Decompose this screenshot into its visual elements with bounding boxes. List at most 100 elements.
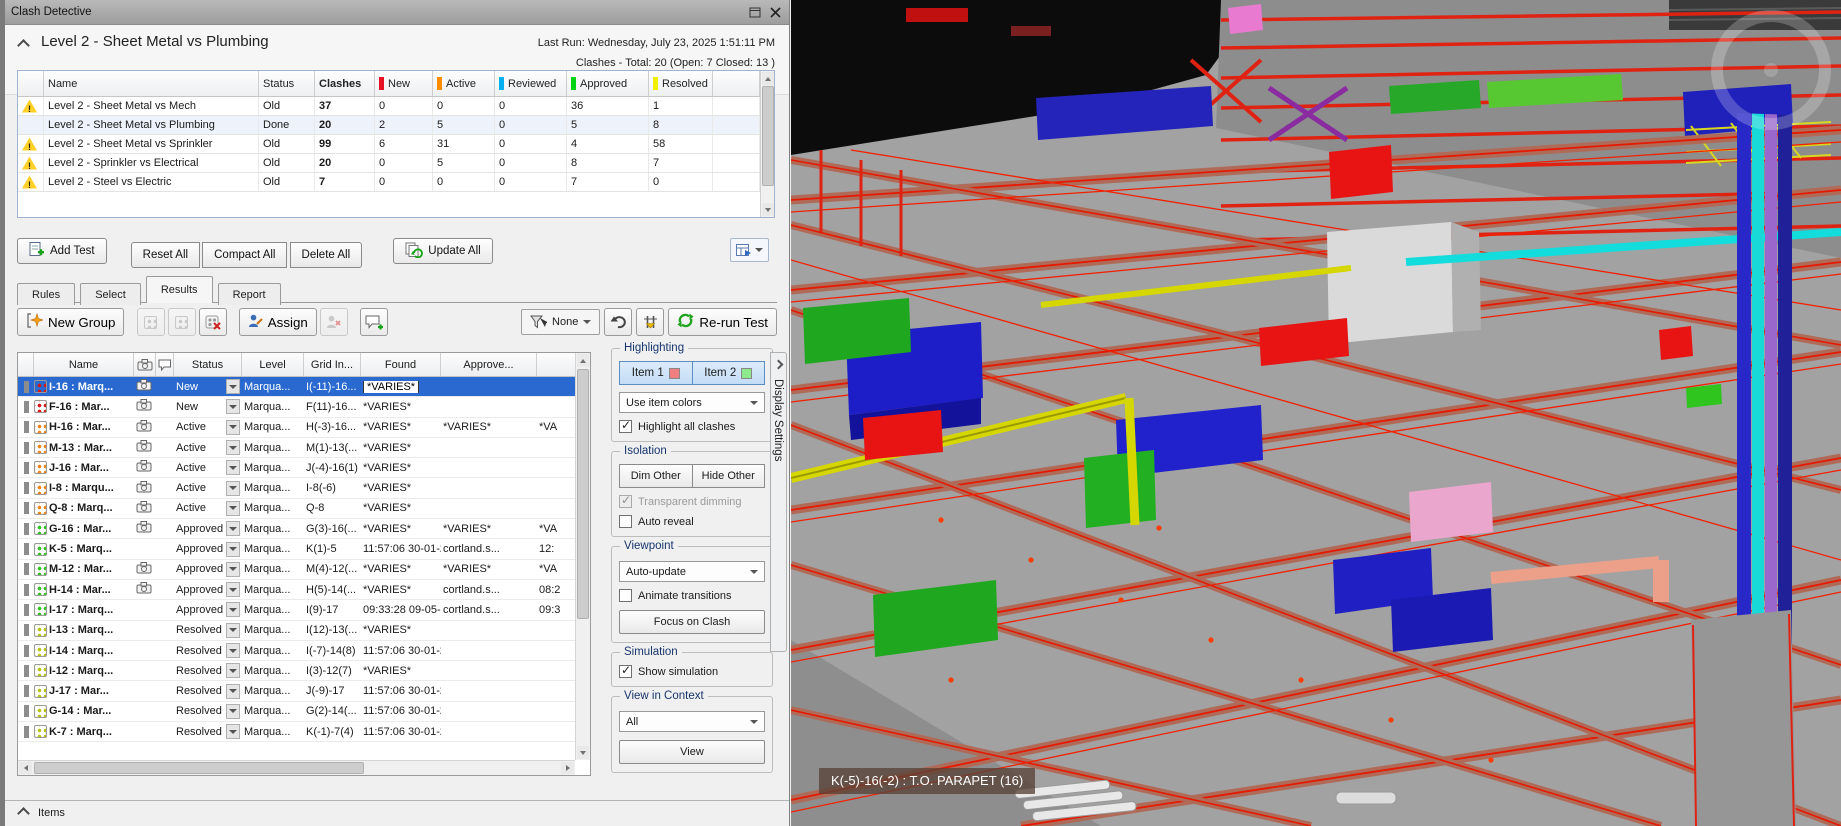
expand-arrow-icon[interactable] [24,523,29,535]
scroll-left-icon[interactable] [19,762,32,774]
results-col-grid[interactable]: Grid In... [304,353,361,376]
expand-arrow-icon[interactable] [24,624,29,636]
results-hscrollbar[interactable] [18,760,575,775]
clash-row[interactable]: J-17 : Mar... Resolved Marqua... J(-9)-1… [18,681,575,701]
status-dropdown-button[interactable] [226,420,240,435]
dim-other-button[interactable]: Dim Other [619,464,693,488]
undo-icon[interactable] [604,308,632,336]
clash-row[interactable]: M-12 : Mar... Approved Marqua... M(4)-12… [18,560,575,580]
scroll-thumb[interactable] [762,86,774,186]
clash-row[interactable]: I-16 : Marq... New Marqua... I(-11)-16..… [18,377,575,397]
status-dropdown-button[interactable] [226,399,240,414]
export-report-button[interactable] [730,238,769,262]
status-dropdown-button[interactable] [226,602,240,617]
expand-arrow-icon[interactable] [24,442,29,454]
status-dropdown-button[interactable] [226,684,240,699]
tests-col-new[interactable]: New [375,71,433,96]
results-col-status[interactable]: Status [174,353,242,376]
scroll-thumb[interactable] [577,369,589,619]
highlight-mode-select[interactable]: Use item colors [619,392,765,413]
status-dropdown-button[interactable] [226,704,240,719]
clash-row[interactable]: G-16 : Mar... Approved Marqua... G(3)-16… [18,519,575,539]
expand-arrow-icon[interactable] [24,421,29,433]
view-button[interactable]: View [619,740,765,764]
display-settings-tab[interactable]: Display Settings [770,352,787,652]
expand-arrow-icon[interactable] [24,462,29,474]
tests-table-vscrollbar[interactable] [760,71,774,217]
explode-group-icon[interactable] [199,308,227,336]
clash-row[interactable]: I-13 : Marq... Resolved Marqua... I(12)-… [18,621,575,641]
clash-row[interactable]: I-12 : Marq... Resolved Marqua... I(3)-1… [18,661,575,681]
3d-viewport[interactable]: K(-5)-16(-2) : T.O. PARAPET (16) [791,0,1841,826]
unassign-icon[interactable] [320,308,348,336]
scroll-down-icon[interactable] [762,203,774,216]
status-dropdown-button[interactable] [226,542,240,557]
clash-row[interactable]: Q-8 : Marq... Active Marqua... Q-8 *VARI… [18,499,575,519]
tab[interactable]: Report [218,283,281,305]
new-group-button[interactable]: New Group [17,308,124,336]
expand-arrow-icon[interactable] [24,381,29,393]
scroll-right-icon[interactable] [561,762,574,774]
clash-row[interactable]: H-14 : Mar... Approved Marqua... H(5)-14… [18,580,575,600]
camera-column-icon[interactable] [134,353,156,376]
highlight-all-checkbox[interactable] [619,420,632,433]
scroll-thumb[interactable] [34,762,364,774]
items-bar[interactable]: Items [5,800,789,825]
viewpoint-mode-select[interactable]: Auto-update [619,561,765,582]
test-row[interactable]: Level 2 - Sheet Metal vs Sprinkler Old 9… [18,135,760,154]
expand-arrow-icon[interactable] [24,482,29,494]
status-dropdown-button[interactable] [226,724,240,739]
status-dropdown-button[interactable] [226,623,240,638]
comment-column-icon[interactable] [156,353,174,376]
clash-row[interactable]: J-16 : Mar... Active Marqua... J(-4)-16(… [18,458,575,478]
pin-icon[interactable] [747,4,763,20]
expand-arrow-icon[interactable] [24,685,29,697]
panel-titlebar[interactable]: Clash Detective [5,0,789,25]
remove-from-group-icon[interactable] [168,308,196,336]
status-dropdown-button[interactable] [226,460,240,475]
tests-col-active[interactable]: Active [433,71,495,96]
test-row[interactable]: Level 2 - Sheet Metal vs Plumbing Done 2… [18,116,760,135]
results-col-level[interactable]: Level [242,353,304,376]
status-dropdown-button[interactable] [226,379,240,394]
clash-row[interactable]: I-8 : Marqu... Active Marqua... I-8(-6) … [18,478,575,498]
status-dropdown-button[interactable] [226,440,240,455]
expand-arrow-icon[interactable] [24,584,29,596]
tests-col-clashes[interactable]: Clashes [315,71,375,96]
tab[interactable]: Results [146,276,213,303]
expand-arrow-icon[interactable] [24,563,29,575]
test-row[interactable]: Level 2 - Sprinkler vs Electrical Old 20… [18,154,760,173]
status-dropdown-button[interactable] [226,562,240,577]
item1-button[interactable]: Item 1 [619,361,693,385]
tab[interactable]: Select [80,283,141,305]
expand-arrow-icon[interactable] [24,705,29,717]
close-icon[interactable] [767,4,783,20]
tests-col-resolved[interactable]: Resolved [649,71,713,96]
expand-arrow-icon[interactable] [24,543,29,555]
reset-all-button[interactable]: Reset All [131,242,200,268]
status-dropdown-button[interactable] [226,582,240,597]
focus-on-clash-button[interactable]: Focus on Clash [619,610,765,634]
compact-icon[interactable] [636,308,664,336]
animate-transitions-checkbox[interactable] [619,589,632,602]
collapse-chevron-icon[interactable] [17,807,30,820]
status-dropdown-button[interactable] [226,643,240,658]
filter-dropdown[interactable]: None [521,309,600,335]
results-vscrollbar[interactable] [575,353,590,760]
results-col-found[interactable]: Found [361,353,441,376]
add-comment-icon[interactable] [360,308,388,336]
scroll-up-icon[interactable] [577,354,589,367]
status-dropdown-button[interactable] [226,663,240,678]
clash-row[interactable]: K-7 : Marq... Resolved Marqua... K(-1)-7… [18,722,575,742]
clash-row[interactable]: F-16 : Mar... New Marqua... F(11)-16... … [18,397,575,417]
tests-col-approved[interactable]: Approved [567,71,649,96]
clash-row[interactable]: I-17 : Marq... Approved Marqua... I(9)-1… [18,600,575,620]
expand-arrow-icon[interactable] [24,645,29,657]
delete-all-button[interactable]: Delete All [290,242,363,268]
compact-all-button[interactable]: Compact All [202,242,287,268]
results-col-name[interactable]: Name [34,353,134,376]
show-simulation-checkbox[interactable] [619,665,632,678]
clash-row[interactable]: G-14 : Mar... Resolved Marqua... G(2)-14… [18,702,575,722]
clash-row[interactable]: I-14 : Marq... Resolved Marqua... I(-7)-… [18,641,575,661]
status-dropdown-button[interactable] [226,501,240,516]
